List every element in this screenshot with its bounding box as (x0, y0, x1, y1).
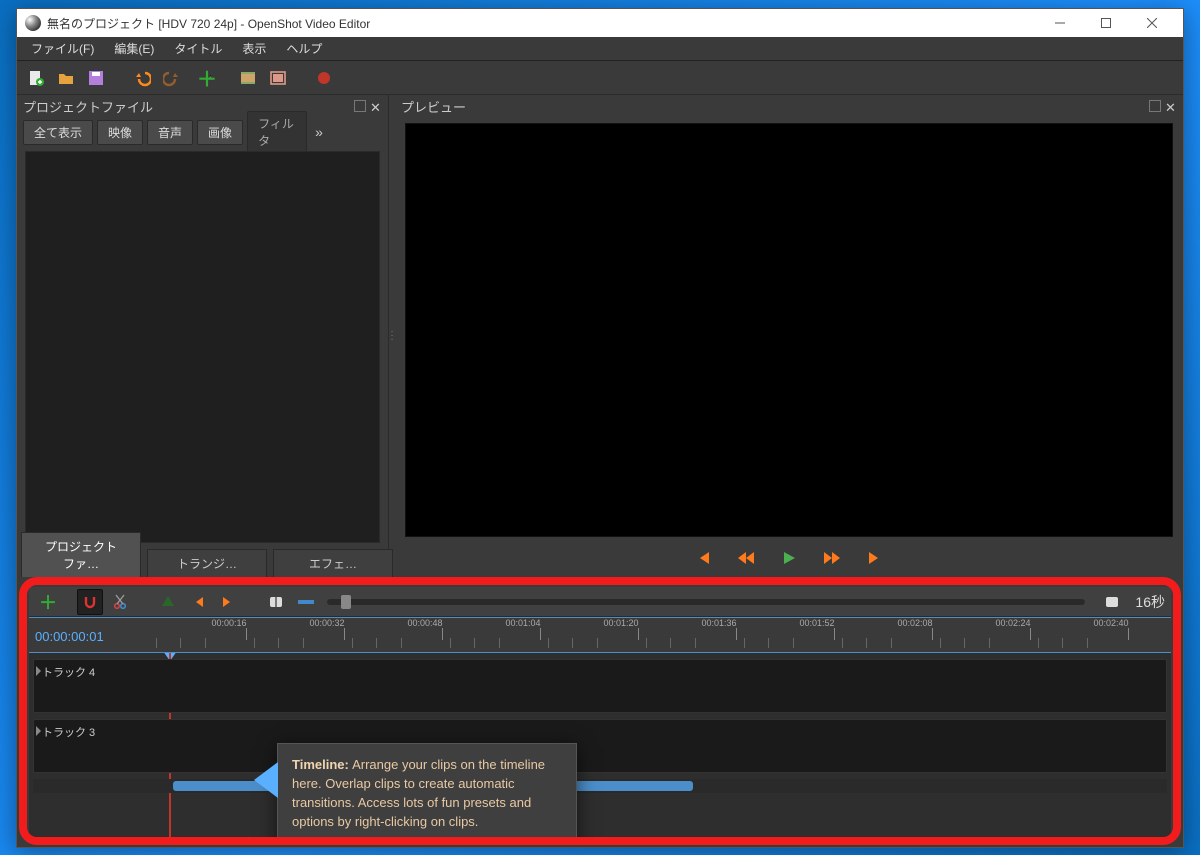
jump-end-button[interactable] (867, 550, 883, 571)
razor-tool-button[interactable] (107, 589, 133, 615)
project-files-bin[interactable] (25, 151, 380, 543)
timeline-callout: ＋ 16秒 00:00:00:01 00:00:1600:00:3200:00:… (17, 577, 1183, 847)
open-project-button[interactable] (53, 65, 79, 91)
titlebar: 無名のプロジェクト [HDV 720 24p] - OpenShot Video… (17, 9, 1183, 37)
tutorial-tooltip: Timeline: Arrange your clips on the time… (277, 743, 577, 837)
filter-all-tab[interactable]: 全て表示 (23, 120, 93, 145)
snap-toggle-button[interactable] (77, 589, 103, 615)
app-icon (25, 15, 41, 31)
dock-tab-effects[interactable]: エフェ… (273, 549, 393, 577)
save-project-button[interactable] (83, 65, 109, 91)
fast-forward-button[interactable] (823, 550, 841, 571)
menu-view[interactable]: 表示 (232, 37, 276, 60)
new-project-button[interactable] (23, 65, 49, 91)
main-toolbar: ＋ (17, 61, 1183, 95)
ruler-tick: 00:01:52 (817, 618, 852, 640)
project-files-label: プロジェクトファイル (23, 97, 153, 116)
dock-tab-project-files[interactable]: プロジェクトファ… (21, 532, 141, 577)
preview-label: プレビュー (401, 97, 466, 116)
filter-audio-tab[interactable]: 音声 (147, 120, 193, 145)
preview-panel: プレビュー ✕ (395, 95, 1183, 577)
timeline-tracks-area[interactable]: トラック 4 トラック 3 Timeline: Arrange your cli… (29, 653, 1171, 837)
tooltip-body: Timeline: Arrange your clips on the time… (278, 744, 576, 837)
project-files-title-bar: プロジェクトファイル ✕ (17, 95, 388, 117)
preview-title-bar: プレビュー ✕ (395, 95, 1183, 117)
menu-file[interactable]: ファイル(F) (21, 37, 104, 60)
next-marker-button[interactable] (215, 589, 241, 615)
timeline-ruler[interactable]: 00:00:00:01 00:00:1600:00:3200:00:4800:0… (29, 617, 1171, 653)
preview-dock-close-icon[interactable]: ✕ (1165, 100, 1177, 112)
dock-tab-transitions[interactable]: トランジ… (147, 549, 267, 577)
track-3-label: トラック 3 (42, 724, 95, 740)
close-button[interactable] (1129, 9, 1175, 37)
ruler-tick: 00:02:24 (1013, 618, 1048, 640)
center-playhead-button[interactable] (263, 589, 289, 615)
workspace: プロジェクトファイル ✕ 全て表示 映像 音声 画像 フィルタ » プロジェクト… (17, 95, 1183, 577)
jump-start-button[interactable] (695, 550, 711, 571)
project-filter-tabs: 全て表示 映像 音声 画像 フィルタ » (17, 117, 388, 147)
video-preview[interactable] (405, 123, 1173, 537)
export-video-button[interactable] (311, 65, 337, 91)
prev-marker-button[interactable] (185, 589, 211, 615)
redo-button[interactable] (159, 65, 185, 91)
track-4-label: トラック 4 (42, 664, 95, 680)
track-collapse-icon[interactable] (36, 726, 41, 736)
zoom-in-button[interactable] (1099, 589, 1125, 615)
filter-video-tab[interactable]: 映像 (97, 120, 143, 145)
preview-dock-float-icon[interactable] (1149, 100, 1161, 112)
zoom-slider-handle[interactable] (341, 595, 351, 609)
zoom-level-label: 16秒 (1135, 592, 1165, 612)
window-title: 無名のプロジェクト [HDV 720 24p] - OpenShot Video… (47, 15, 370, 32)
dock-close-icon[interactable]: ✕ (370, 100, 382, 112)
timeline-horizontal-scrollbar[interactable] (33, 779, 1167, 793)
menu-title[interactable]: タイトル (164, 37, 232, 60)
ruler-ticks: 00:00:16 00:00:32 00:00:48 00:01:04 00:01:20… (169, 618, 1171, 652)
project-files-panel: プロジェクトファイル ✕ 全て表示 映像 音声 画像 フィルタ » プロジェクト… (17, 95, 389, 577)
playback-controls (395, 543, 1183, 577)
tooltip-arrow-icon (254, 762, 278, 798)
filter-search-input[interactable]: フィルタ (247, 111, 307, 153)
dock-float-icon[interactable] (354, 100, 366, 112)
timeline-toolbar: ＋ 16秒 (29, 587, 1171, 617)
minimize-button[interactable] (1037, 9, 1083, 37)
menu-edit[interactable]: 編集(E) (104, 37, 164, 60)
ruler-tick: 00:00:32 (327, 618, 362, 640)
ruler-tick: 00:01:36 (719, 618, 754, 640)
zoom-slider[interactable] (327, 599, 1085, 605)
app-window: 無名のプロジェクト [HDV 720 24p] - OpenShot Video… (16, 8, 1184, 848)
current-time-display: 00:00:00:01 (35, 629, 104, 644)
ruler-tick: 00:01:04 (523, 618, 558, 640)
ruler-tick: 00:00:16 (229, 618, 264, 640)
maximize-button[interactable] (1083, 9, 1129, 37)
menubar: ファイル(F) 編集(E) タイトル 表示 ヘルプ (17, 37, 1183, 61)
dock-tabs: プロジェクトファ… トランジ… エフェ… (17, 547, 388, 577)
add-marker-button[interactable] (155, 589, 181, 615)
choose-profile-button[interactable] (235, 65, 261, 91)
timeline-panel: ＋ 16秒 00:00:00:01 00:00:1600:00:3200:00:… (29, 587, 1171, 837)
play-button[interactable] (781, 550, 797, 571)
track-4[interactable]: トラック 4 (33, 659, 1167, 713)
rewind-button[interactable] (737, 550, 755, 571)
filter-image-tab[interactable]: 画像 (197, 120, 243, 145)
ruler-tick: 00:01:20 (621, 618, 656, 640)
add-track-button[interactable]: ＋ (35, 589, 61, 615)
undo-button[interactable] (129, 65, 155, 91)
menu-help[interactable]: ヘルプ (276, 37, 332, 60)
tooltip-title: Timeline: (292, 757, 349, 772)
track-collapse-icon[interactable] (36, 666, 41, 676)
fullscreen-button[interactable] (265, 65, 291, 91)
zoom-out-button[interactable] (293, 589, 319, 615)
ruler-tick: 00:02:08 (915, 618, 950, 640)
import-files-button[interactable]: ＋ (205, 65, 231, 91)
track-3[interactable]: トラック 3 (33, 719, 1167, 773)
ruler-tick: 00:02:40 (1111, 618, 1146, 640)
filter-more-button[interactable]: » (311, 124, 327, 140)
ruler-tick: 00:00:48 (425, 618, 460, 640)
